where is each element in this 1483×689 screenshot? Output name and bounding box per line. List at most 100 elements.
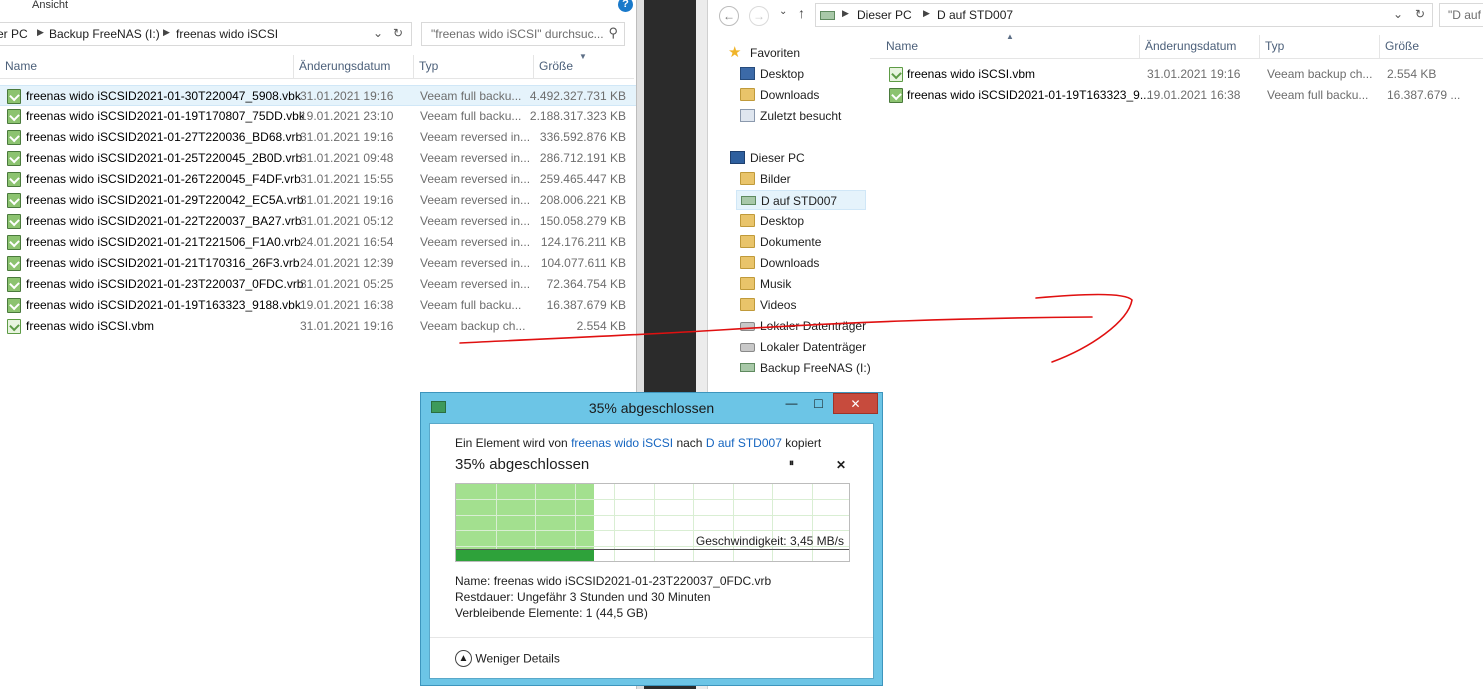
nav-item[interactable]: Desktop xyxy=(736,64,866,84)
maximize-button[interactable]: □ xyxy=(805,393,832,414)
chevron-down-icon[interactable]: ⌄ xyxy=(1393,7,1403,21)
file-row[interactable]: freenas wido iSCSID2021-01-27T220036_BD6… xyxy=(0,127,636,148)
nav-item[interactable]: Lokaler Datenträger xyxy=(736,337,866,357)
nav-item[interactable]: Zuletzt besucht xyxy=(736,106,866,126)
nav-item-label[interactable]: Lokaler Datenträger xyxy=(760,340,866,354)
nav-item[interactable]: Backup FreeNAS (I:) xyxy=(736,358,871,378)
chevron-right-icon[interactable]: ▶ xyxy=(163,27,170,38)
file-row[interactable]: freenas wido iSCSID2021-01-19T170807_75D… xyxy=(0,106,636,127)
nav-item-label[interactable]: D auf STD007 xyxy=(761,194,837,208)
help-icon[interactable]: ? xyxy=(618,0,633,12)
file-row[interactable]: freenas wido iSCSI.vbm 31.01.2021 19:16 Ve… xyxy=(870,64,1483,85)
chevron-up-icon[interactable]: ▲ xyxy=(455,650,472,667)
file-name[interactable]: freenas wido iSCSID2021-01-23T220037_0FD… xyxy=(26,277,303,291)
chevron-down-icon[interactable]: ⌄ xyxy=(373,26,383,40)
nav-item-label[interactable]: Backup FreeNAS (I:) xyxy=(760,361,871,375)
nav-item[interactable]: Downloads xyxy=(736,253,866,273)
nav-item[interactable]: Dieser PC xyxy=(726,148,866,168)
nav-item[interactable]: Bilder xyxy=(736,169,866,189)
file-name[interactable]: freenas wido iSCSI.vbm xyxy=(907,67,1035,81)
file-name[interactable]: freenas wido iSCSID2021-01-19T170807_75D… xyxy=(26,109,305,123)
nav-item[interactable]: ★ Favoriten xyxy=(726,43,866,63)
file-row[interactable]: freenas wido iSCSID2021-01-21T221506_F1A… xyxy=(0,232,636,253)
nav-item[interactable]: Downloads xyxy=(736,85,866,105)
breadcrumb-backup-drive[interactable]: Backup FreeNAS (I:) xyxy=(49,27,160,41)
file-row[interactable]: freenas wido iSCSID2021-01-19T163323_918… xyxy=(0,295,636,316)
file-row[interactable]: freenas wido iSCSID2021-01-19T163323_9..… xyxy=(870,85,1483,106)
breadcrumb-this-pc[interactable]: er PC xyxy=(0,27,28,41)
column-header-name[interactable]: Name xyxy=(0,55,294,79)
refresh-icon[interactable]: ↻ xyxy=(393,26,403,40)
column-header-size[interactable]: Größe xyxy=(1380,35,1483,59)
file-name[interactable]: freenas wido iSCSID2021-01-22T220037_BA2… xyxy=(26,214,302,228)
file-row[interactable]: freenas wido iSCSID2021-01-21T170316_26F… xyxy=(0,253,636,274)
file-name[interactable]: freenas wido iSCSID2021-01-30T220047_590… xyxy=(26,89,301,103)
back-arrow-icon[interactable]: ← xyxy=(719,6,739,26)
search-input[interactable]: "freenas wido iSCSI" durchsuc... ⚲ xyxy=(421,22,625,46)
nav-item-label[interactable]: Desktop xyxy=(760,214,804,228)
file-row[interactable]: freenas wido iSCSID2021-01-26T220045_F4D… xyxy=(0,169,636,190)
file-name[interactable]: freenas wido iSCSID2021-01-19T163323_9..… xyxy=(907,88,1150,102)
file-row[interactable]: freenas wido iSCSID2021-01-30T220047_590… xyxy=(0,85,636,106)
nav-item-label[interactable]: Desktop xyxy=(760,67,804,81)
recent-locations-chevron-icon[interactable]: ⌄ xyxy=(779,6,787,17)
close-button[interactable]: ✕ xyxy=(833,393,878,414)
less-details-label[interactable]: Weniger Details xyxy=(475,652,559,666)
forward-arrow-icon[interactable]: → xyxy=(749,6,769,26)
file-name[interactable]: freenas wido iSCSID2021-01-27T220036_BD6… xyxy=(26,130,302,144)
chevron-right-icon[interactable]: ▶ xyxy=(923,8,930,19)
nav-item-label[interactable]: Downloads xyxy=(760,88,819,102)
nav-item[interactable]: Videos xyxy=(736,295,866,315)
file-name[interactable]: freenas wido iSCSID2021-01-21T170316_26F… xyxy=(26,256,300,270)
file-row[interactable]: freenas wido iSCSID2021-01-23T220037_0FD… xyxy=(0,274,636,295)
search-input[interactable]: "D auf xyxy=(1439,3,1483,27)
minimize-button[interactable]: — xyxy=(778,393,805,414)
up-arrow-icon[interactable]: ↑ xyxy=(798,5,805,21)
refresh-icon[interactable]: ↻ xyxy=(1415,7,1425,21)
file-name[interactable]: freenas wido iSCSID2021-01-21T221506_F1A… xyxy=(26,235,301,249)
breadcrumb-current-folder[interactable]: freenas wido iSCSI xyxy=(176,27,278,41)
column-header-date[interactable]: Änderungsdatum xyxy=(1140,35,1260,59)
file-row[interactable]: freenas wido iSCSI.vbm 31.01.2021 19:16 Ve… xyxy=(0,316,636,337)
column-header-date[interactable]: Änderungsdatum xyxy=(294,55,414,79)
source-link[interactable]: freenas wido iSCSI xyxy=(571,436,673,450)
ribbon-tab-view[interactable]: Ansicht xyxy=(32,0,68,11)
file-row[interactable]: freenas wido iSCSID2021-01-22T220037_BA2… xyxy=(0,211,636,232)
address-bar[interactable]: er PC ▶ Backup FreeNAS (I:) ▶ freenas wi… xyxy=(0,22,412,46)
search-icon[interactable]: ⚲ xyxy=(608,25,618,41)
pause-button[interactable]: ⏸ xyxy=(789,458,794,469)
chevron-right-icon[interactable]: ▶ xyxy=(842,8,849,19)
breadcrumb-this-pc[interactable]: Dieser PC xyxy=(857,8,912,22)
file-name[interactable]: freenas wido iSCSID2021-01-25T220045_2B0… xyxy=(26,151,302,165)
dialog-title-bar[interactable]: 35% abgeschlossen — □ ✕ xyxy=(421,393,882,421)
nav-item[interactable]: Musik xyxy=(736,274,866,294)
file-name[interactable]: freenas wido iSCSID2021-01-19T163323_918… xyxy=(26,298,301,312)
breadcrumb-current-folder[interactable]: D auf STD007 xyxy=(937,8,1013,22)
cancel-copy-button[interactable]: ✕ xyxy=(836,458,846,472)
file-row[interactable]: freenas wido iSCSID2021-01-25T220045_2B0… xyxy=(0,148,636,169)
file-name[interactable]: freenas wido iSCSID2021-01-26T220045_F4D… xyxy=(26,172,301,186)
nav-item-label[interactable]: Dieser PC xyxy=(750,151,805,165)
nav-item-label[interactable]: Bilder xyxy=(760,172,791,186)
file-size: 336.592.876 KB xyxy=(539,130,626,144)
destination-link[interactable]: D auf STD007 xyxy=(706,436,782,450)
file-name[interactable]: freenas wido iSCSI.vbm xyxy=(26,319,154,333)
column-header-type[interactable]: Typ xyxy=(414,55,534,79)
file-name[interactable]: freenas wido iSCSID2021-01-29T220042_EC5… xyxy=(26,193,304,207)
nav-item-label[interactable]: Dokumente xyxy=(760,235,821,249)
nav-item[interactable]: Desktop xyxy=(736,211,866,231)
chevron-right-icon[interactable]: ▶ xyxy=(37,27,44,38)
nav-item-label[interactable]: Downloads xyxy=(760,256,819,270)
address-bar[interactable]: ▶ Dieser PC ▶ D auf STD007 ⌄ ↻ xyxy=(815,3,1433,27)
nav-item[interactable]: D auf STD007 xyxy=(736,190,866,210)
column-header-type[interactable]: Typ xyxy=(1260,35,1380,59)
nav-item-label[interactable]: Favoriten xyxy=(750,46,800,60)
less-details-toggle[interactable]: ▲ Weniger Details xyxy=(455,650,560,667)
nav-item-label[interactable]: Zuletzt besucht xyxy=(760,109,841,123)
nav-item-label[interactable]: Musik xyxy=(760,277,791,291)
file-row[interactable]: freenas wido iSCSID2021-01-29T220042_EC5… xyxy=(0,190,636,211)
nav-item[interactable]: Dokumente xyxy=(736,232,866,252)
nav-item-label[interactable]: Videos xyxy=(760,298,796,312)
nav-item-label[interactable]: Lokaler Datenträger xyxy=(760,319,866,333)
nav-item[interactable]: Lokaler Datenträger xyxy=(736,316,866,336)
